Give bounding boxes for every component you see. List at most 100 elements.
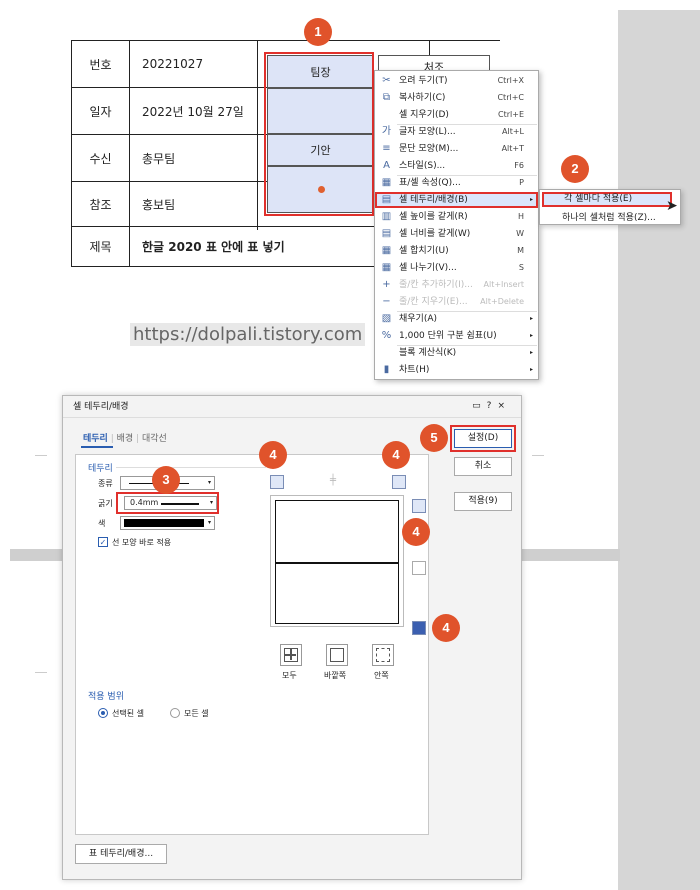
context-menu-item-label: 줄/칸 추가하기(I)...	[399, 280, 473, 290]
scope-all-label: 모든 셀	[184, 709, 209, 718]
context-menu-shortcut: Alt+Delete	[480, 297, 524, 306]
dialog-tabs: 테두리 | 배경 | 대각선	[83, 434, 167, 444]
context-menu-item[interactable]: ▥ 셀 높이를 같게(R) H	[375, 209, 538, 225]
context-menu-item[interactable]: ▮ 차트(H) ▸	[375, 362, 538, 378]
context-menu-item[interactable]: ▤ 셀 너비를 같게(W) W	[375, 226, 538, 242]
step-badge-1: 1	[304, 18, 332, 46]
context-menu-item-label: 채우기(A)	[399, 314, 438, 324]
context-menu-shortcut: F6	[514, 161, 524, 170]
context-menu-item[interactable]: ✂ 오려 두기(T) Ctrl+X	[375, 73, 538, 89]
context-menu-item[interactable]: ≡ 문단 모양(M)... Alt+T	[375, 141, 538, 157]
context-menu-item[interactable]: ▦ 셀 나누기(V)... S	[375, 260, 538, 276]
right-border-icon[interactable]	[392, 475, 406, 489]
context-menu-item-label: 셀 너비를 같게(W)	[399, 229, 471, 239]
approval-cell-right[interactable]: 처조	[378, 55, 490, 71]
watermark-url: https://dolpali.tistory.com	[130, 323, 366, 346]
preset-outer-label: 바깥쪽	[324, 671, 347, 680]
highlight-box-5	[450, 425, 516, 452]
step-badge-4: 4	[402, 518, 430, 546]
border-preview	[270, 495, 404, 627]
submenu-arrow-icon: ▸	[529, 196, 533, 203]
cancel-button[interactable]: 취소	[454, 457, 512, 476]
context-menu: ✂ 오려 두기(T) Ctrl+X ⧉ 복사하기(C) Ctrl+C 셀 지우기(D) Ctr…	[374, 70, 539, 380]
close-icon[interactable]: ×	[497, 401, 511, 411]
tab-border[interactable]: 테두리	[83, 434, 108, 444]
all-borders-button[interactable]	[280, 644, 302, 666]
submenu-item-each-cell[interactable]: 각 셀마다 적용(E)	[542, 192, 672, 207]
tab-diagonal[interactable]: 대각선	[142, 434, 167, 444]
thousand-sep-icon: %	[381, 330, 392, 341]
context-menu-shortcut: Alt+Insert	[483, 280, 524, 289]
context-menu-item-label: 셀 높이를 같게(R)	[399, 212, 468, 222]
apply-line-checkbox[interactable]: ✓	[98, 537, 108, 547]
scope-selected-label: 선택된 셀	[112, 709, 144, 718]
context-submenu: 각 셀마다 적용(E) 하나의 셀처럼 적용(Z)...	[539, 189, 681, 225]
context-menu-item[interactable]: % 1,000 단위 구분 쉼표(U) ▸	[375, 328, 538, 344]
submenu-arrow-icon: ▸	[529, 332, 533, 339]
context-menu-item[interactable]: ▦ 표/셀 속성(Q)... P	[375, 175, 538, 191]
context-menu-item[interactable]: ⧉ 복사하기(C) Ctrl+C	[375, 90, 538, 106]
table-border-button[interactable]: 표 테두리/배경...	[75, 844, 167, 864]
context-menu-item-label: 블록 계산식(K)	[399, 348, 457, 358]
dialog-title-controls[interactable]: ▭?×	[472, 401, 511, 411]
context-menu-item[interactable]: 가 글자 모양(L)... Alt+L	[375, 124, 538, 140]
divider	[116, 467, 266, 468]
preset-all-label: 모두	[282, 671, 297, 680]
context-menu-shortcut: S	[518, 263, 524, 272]
context-menu-item-label: 표/셀 속성(Q)...	[399, 178, 461, 188]
help-icon[interactable]: ?	[487, 401, 498, 411]
submenu-item-as-one-cell[interactable]: 하나의 셀처럼 적용(Z)...	[562, 210, 656, 223]
context-menu-item[interactable]: ▧ 채우기(A) ▸	[375, 311, 538, 327]
context-menu-item[interactable]: 셀 지우기(D) Ctrl+E	[375, 107, 538, 123]
context-menu-item-label: 복사하기(C)	[399, 93, 446, 103]
outer-borders-button[interactable]	[326, 644, 348, 666]
context-menu-item[interactable]: A 스타일(S)... F6	[375, 158, 538, 174]
row-label: 참조	[71, 181, 130, 227]
context-menu-item-label: 1,000 단위 구분 쉼표(U)	[399, 331, 497, 341]
top-border-icon[interactable]	[412, 499, 426, 513]
context-menu-item-label: 오려 두기(T)	[399, 76, 448, 86]
context-menu-shortcut: Ctrl+E	[498, 110, 524, 119]
window-icon[interactable]: ▭	[472, 401, 487, 411]
table-top-border	[71, 40, 500, 41]
scope-title: 적용 범위	[88, 692, 124, 702]
equal-width-icon: ▤	[381, 228, 392, 239]
context-menu-item[interactable]: + 줄/칸 추가하기(I)... Alt+Insert	[375, 277, 538, 293]
scope-all-radio[interactable]	[170, 708, 180, 718]
border-panel: 테두리 종류 ▾ 굵기 0.4mm ▾ 색 ▾ ✓ 선 모양 바로 적용 ╪ 모…	[75, 454, 429, 835]
context-menu-item-label: 스타일(S)...	[399, 161, 446, 171]
context-menu-item-label: 줄/칸 지우기(E)...	[399, 297, 468, 307]
step-badge-4: 4	[259, 441, 287, 469]
tab-background[interactable]: 배경	[117, 434, 134, 444]
scissors-icon: ✂	[382, 75, 391, 86]
inner-vertical-icon[interactable]: ╪	[330, 475, 336, 486]
fill-icon: ▧	[381, 313, 392, 324]
context-menu-shortcut: Ctrl+X	[497, 76, 524, 85]
context-menu-item-label: 셀 합치기(U)	[399, 246, 449, 256]
bottom-border-icon[interactable]	[412, 621, 426, 635]
preset-inner-label: 안쪽	[374, 671, 389, 680]
step-badge-5: 5	[420, 424, 448, 452]
context-menu-item-label: 문단 모양(M)...	[399, 144, 459, 154]
context-menu-shortcut: H	[517, 212, 524, 221]
context-menu-item-label: 차트(H)	[399, 365, 430, 375]
style-icon: A	[383, 160, 390, 171]
inner-horizontal-icon[interactable]	[412, 561, 426, 575]
context-menu-item[interactable]: ▦ 셀 합치기(U) M	[375, 243, 538, 259]
page-corner-mark	[35, 455, 47, 456]
row-label: 일자	[71, 87, 130, 135]
type-label: 종류	[98, 479, 113, 488]
context-menu-item[interactable]: 블록 계산식(K) ▸	[375, 345, 538, 361]
left-border-icon[interactable]	[270, 475, 284, 489]
page-corner-mark	[35, 672, 47, 673]
color-select[interactable]: ▾	[120, 516, 215, 530]
apply-line-label: 선 모양 바로 적용	[112, 538, 172, 547]
mouse-cursor-icon: ➤	[666, 198, 678, 214]
inner-borders-button[interactable]	[372, 644, 394, 666]
scope-selected-radio[interactable]	[98, 708, 108, 718]
add-row-icon: +	[382, 279, 391, 290]
step-badge-3: 3	[152, 466, 180, 494]
context-menu-item[interactable]: ▤ 셀 테두리/배경(B) ▸	[375, 192, 538, 208]
apply-button[interactable]: 적용(9)	[454, 492, 512, 511]
context-menu-item[interactable]: − 줄/칸 지우기(E)... Alt+Delete	[375, 294, 538, 310]
